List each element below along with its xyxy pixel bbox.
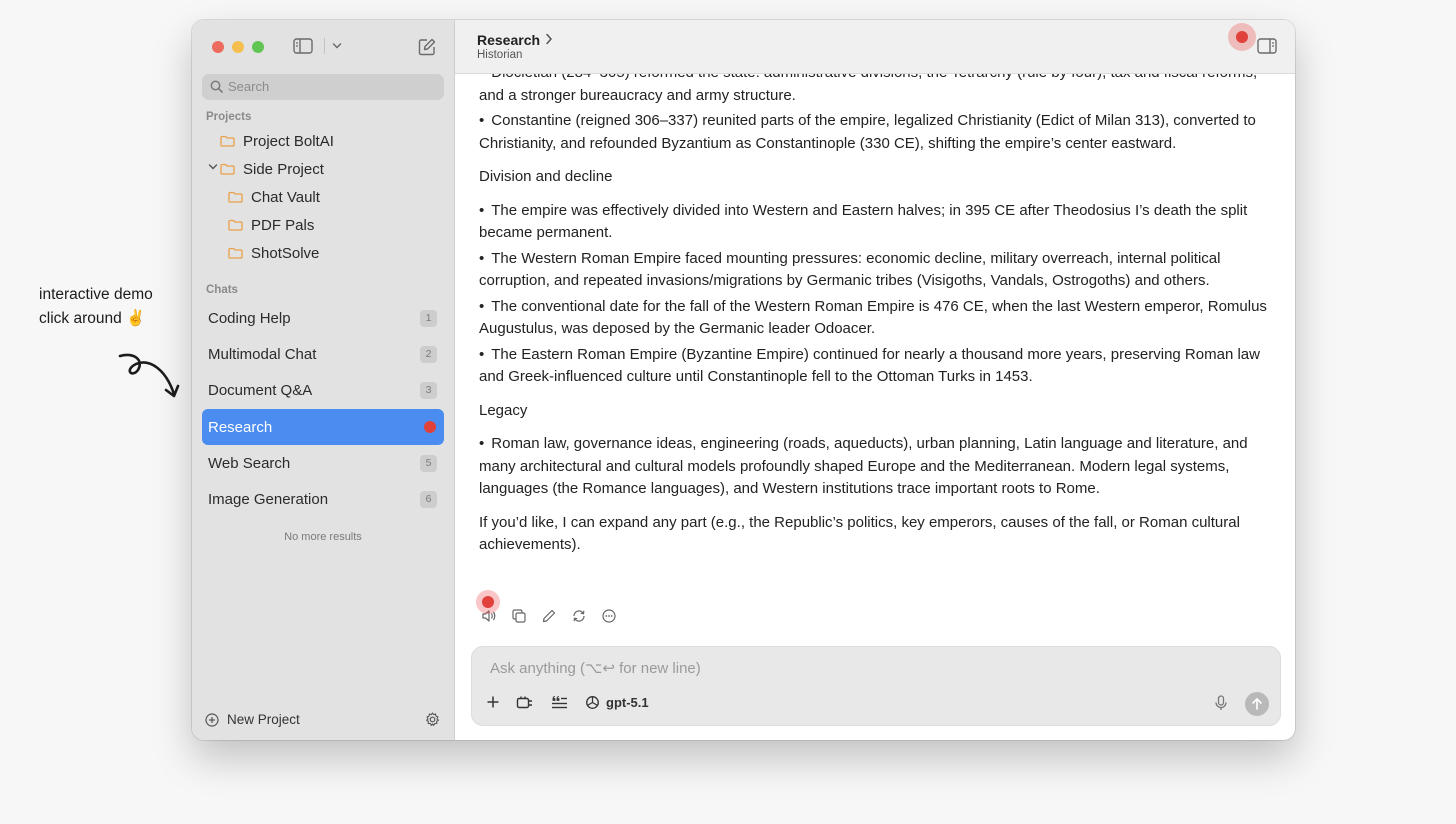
- project-item-pdf-pals[interactable]: PDF Pals: [228, 213, 314, 237]
- plus-icon[interactable]: [486, 695, 500, 709]
- project-label: Project BoltAI: [243, 132, 334, 150]
- chat-label: Research: [208, 419, 273, 436]
- project-item-shotsolve[interactable]: ShotSolve: [228, 241, 319, 265]
- chat-label: Web Search: [208, 455, 291, 472]
- sidebar: Search Projects Project BoltAI Side Proj…: [192, 20, 455, 740]
- right-panel-toggle-icon[interactable]: [1257, 38, 1277, 54]
- demo-annotation: interactive demo click around ✌️: [39, 283, 153, 331]
- chat-title[interactable]: Research: [477, 32, 540, 48]
- folder-icon: [220, 135, 235, 147]
- openai-logo-icon: [586, 696, 599, 709]
- plus-circle-icon: [205, 712, 219, 727]
- projects-section-label: Projects: [206, 111, 252, 123]
- folder-icon: [228, 247, 243, 259]
- message-heading: Division and decline: [479, 168, 613, 185]
- message-closing: If you’d like, I can expand any part (e.…: [479, 513, 1240, 554]
- gear-icon[interactable]: [425, 712, 440, 727]
- chevron-down-icon[interactable]: [208, 163, 218, 171]
- chat-header: Research Historian: [455, 20, 1295, 74]
- chat-label: Document Q&A: [208, 382, 313, 399]
- message-bullet: The conventional date for the fall of th…: [479, 296, 1279, 341]
- regenerate-icon[interactable]: [571, 608, 587, 624]
- project-item-side-project[interactable]: Side Project: [220, 157, 324, 181]
- no-more-results: No more results: [284, 531, 362, 543]
- microphone-icon[interactable]: [1215, 695, 1227, 711]
- zoom-window-button[interactable]: [252, 41, 264, 53]
- hotspot-indicator[interactable]: [1228, 23, 1256, 51]
- plugin-icon[interactable]: [516, 695, 534, 711]
- folder-icon: [220, 163, 235, 175]
- chat-item-document-qa[interactable]: Document Q&A 3: [202, 372, 444, 408]
- copy-icon[interactable]: [511, 608, 527, 624]
- chat-shortcut-badge: 5: [420, 455, 437, 472]
- model-selector[interactable]: gpt-5.1: [585, 695, 649, 710]
- chat-item-multimodal-chat[interactable]: Multimodal Chat 2: [202, 336, 444, 372]
- chat-item-research[interactable]: Research: [202, 409, 444, 445]
- chat-shortcut-badge: 2: [420, 346, 437, 363]
- project-label: Chat Vault: [251, 188, 320, 206]
- chat-item-image-generation[interactable]: Image Generation 6: [202, 481, 444, 517]
- folder-icon: [228, 191, 243, 203]
- chats-section-label: Chats: [206, 284, 238, 296]
- chat-shortcut-badge: 1: [420, 310, 437, 327]
- annotation-line-1: interactive demo: [39, 286, 153, 303]
- message-actions: [481, 608, 631, 624]
- sidebar-toggle-icon[interactable]: [293, 38, 313, 54]
- message-heading: Legacy: [479, 401, 528, 419]
- curved-arrow-icon: [118, 353, 180, 398]
- new-project-label: New Project: [227, 712, 300, 727]
- message-bullet: The Western Roman Empire faced mounting …: [479, 248, 1279, 293]
- chat-item-web-search[interactable]: Web Search 5: [202, 445, 444, 481]
- project-label: PDF Pals: [251, 216, 315, 234]
- minimize-window-button[interactable]: [232, 41, 244, 53]
- prompt-library-icon[interactable]: [551, 695, 568, 710]
- more-options-icon[interactable]: [601, 608, 617, 624]
- message-bullet: Roman law, governance ideas, engineering…: [479, 433, 1279, 501]
- new-chat-icon[interactable]: [418, 38, 436, 56]
- chevron-down-icon[interactable]: [332, 42, 342, 50]
- search-placeholder: Search: [228, 79, 270, 94]
- chat-label: Image Generation: [208, 491, 329, 508]
- folder-icon: [228, 219, 243, 231]
- annotation-line-2: click around ✌️: [39, 310, 146, 327]
- close-window-button[interactable]: [212, 41, 224, 53]
- chevron-right-icon[interactable]: [545, 33, 553, 45]
- composer: gpt-5.1: [471, 646, 1281, 726]
- message-bullet: The Eastern Roman Empire (Byzantine Empi…: [479, 344, 1279, 389]
- project-label: Side Project: [243, 160, 324, 178]
- chat-subtitle: Historian: [477, 49, 523, 61]
- chat-shortcut-badge: 3: [420, 382, 437, 399]
- project-label: ShotSolve: [251, 244, 320, 262]
- send-button[interactable]: [1245, 692, 1269, 716]
- hotspot-dot: [482, 596, 494, 608]
- new-project-button[interactable]: New Project: [205, 712, 300, 727]
- message-bullet: Constantine (reigned 306–337) reunited p…: [479, 110, 1279, 155]
- assistant-message: Diocletian (284–305) reformed the state:…: [479, 62, 1279, 568]
- message-bullet: The empire was effectively divided into …: [479, 200, 1279, 245]
- chat-item-coding-help[interactable]: Coding Help 1: [202, 300, 444, 336]
- search-field[interactable]: Search: [202, 74, 444, 100]
- arrow-up-icon: [1252, 698, 1262, 710]
- model-name: gpt-5.1: [606, 695, 649, 710]
- main-panel: Research Historian Diocletian (284–305) …: [455, 20, 1295, 740]
- project-item-boltai[interactable]: Project BoltAI: [220, 129, 334, 153]
- message-input[interactable]: [488, 659, 1192, 678]
- chat-label: Coding Help: [208, 310, 291, 327]
- project-item-chat-vault[interactable]: Chat Vault: [228, 185, 320, 209]
- app-window: Search Projects Project BoltAI Side Proj…: [192, 20, 1295, 740]
- chat-shortcut-badge: 6: [420, 491, 437, 508]
- edit-pencil-icon[interactable]: [541, 608, 557, 624]
- active-indicator-dot: [424, 421, 436, 433]
- search-icon: [210, 80, 223, 93]
- toolbar-divider: [324, 38, 325, 54]
- chat-label: Multimodal Chat: [208, 346, 317, 363]
